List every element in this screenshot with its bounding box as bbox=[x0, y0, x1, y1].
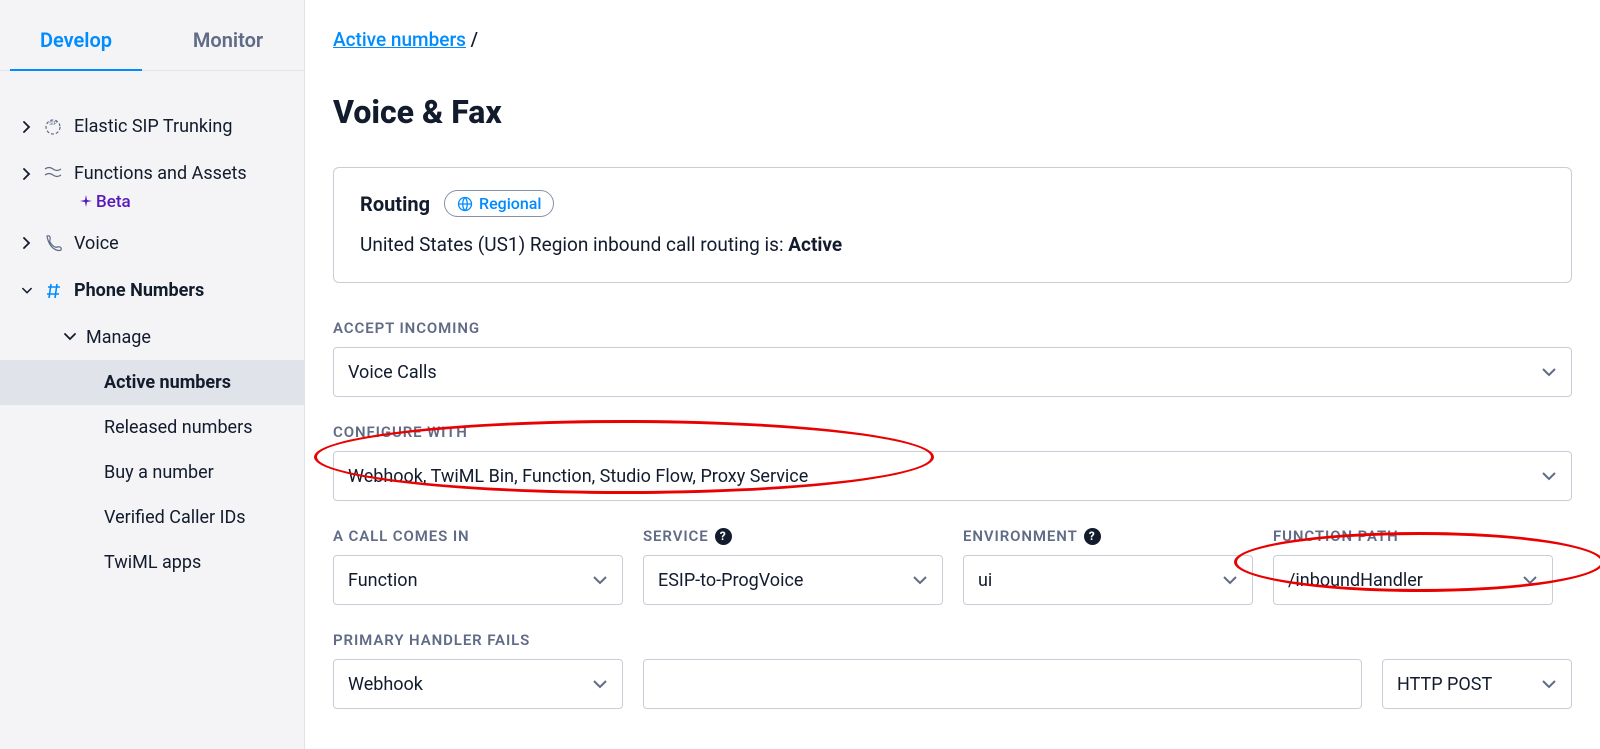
sidebar-item-label: Phone Numbers bbox=[74, 279, 292, 302]
accept-incoming-label: ACCEPT INCOMING bbox=[333, 319, 1572, 337]
beta-label: Beta bbox=[96, 192, 131, 212]
chevron-down-icon bbox=[1541, 679, 1557, 689]
select-value: /inboundHandler bbox=[1288, 570, 1423, 591]
sidebar-item-label: Elastic SIP Trunking bbox=[74, 115, 292, 138]
service-label: SERVICE ? bbox=[643, 527, 943, 545]
chevron-down-icon bbox=[592, 679, 608, 689]
chevron-down-icon bbox=[1541, 471, 1557, 481]
sidebar-item-voice[interactable]: Voice bbox=[0, 220, 304, 267]
tab-develop[interactable]: Develop bbox=[0, 28, 152, 70]
chevron-down-icon bbox=[22, 287, 32, 295]
sidebar-item-buy-number[interactable]: Buy a number bbox=[0, 450, 304, 495]
chevron-down-icon bbox=[64, 333, 76, 341]
globe-icon bbox=[457, 196, 473, 212]
sparkle-icon bbox=[78, 194, 94, 210]
configure-with-select[interactable]: Webhook, TwiML Bin, Function, Studio Flo… bbox=[333, 451, 1572, 501]
regional-badge-label: Regional bbox=[479, 194, 541, 213]
select-value: ESIP-to-ProgVoice bbox=[658, 570, 803, 591]
chevron-right-icon bbox=[22, 237, 32, 249]
primary-handler-fails-label: PRIMARY HANDLER FAILS bbox=[333, 631, 623, 649]
select-value: HTTP POST bbox=[1397, 674, 1492, 695]
chevron-right-icon bbox=[22, 121, 32, 133]
configure-with-label: CONFIGURE WITH bbox=[333, 423, 1572, 441]
primary-handler-fails-url-input[interactable] bbox=[643, 659, 1362, 709]
sidebar-item-label: Voice bbox=[74, 232, 292, 255]
sidebar-item-functions[interactable]: Functions and Assets bbox=[0, 150, 304, 197]
breadcrumb-active-numbers[interactable]: Active numbers bbox=[333, 28, 466, 51]
breadcrumb-separator: / bbox=[471, 28, 478, 51]
chevron-down-icon bbox=[1522, 575, 1538, 585]
sidebar-item-phone-numbers[interactable]: Phone Numbers bbox=[0, 267, 304, 314]
chevron-down-icon bbox=[1541, 367, 1557, 377]
sidebar-item-verified-caller-ids[interactable]: Verified Caller IDs bbox=[0, 495, 304, 540]
sidebar-item-twiml-apps[interactable]: TwiML apps bbox=[0, 540, 304, 585]
sidebar-item-label: Manage bbox=[86, 327, 151, 348]
sidebar-nav: SIP Elastic SIP Trunking Functions and A… bbox=[0, 71, 304, 585]
routing-status-value: Active bbox=[788, 233, 842, 256]
chevron-down-icon bbox=[592, 575, 608, 585]
tab-monitor[interactable]: Monitor bbox=[152, 28, 304, 70]
routing-status-prefix: United States (US1) Region inbound call … bbox=[360, 233, 788, 256]
select-value: Voice Calls bbox=[348, 362, 437, 383]
environment-label: ENVIRONMENT ? bbox=[963, 527, 1253, 545]
select-value: ui bbox=[978, 570, 992, 591]
assets-icon bbox=[42, 166, 64, 182]
function-path-label: FUNCTION PATH bbox=[1273, 527, 1553, 545]
routing-title: Routing bbox=[360, 192, 430, 216]
page-title: Voice & Fax bbox=[333, 93, 1572, 131]
breadcrumb: Active numbers / bbox=[333, 28, 1572, 51]
regional-badge[interactable]: Regional bbox=[444, 190, 554, 217]
function-path-select[interactable]: /inboundHandler bbox=[1273, 555, 1553, 605]
sidebar: Develop Monitor SIP Elastic SIP Trunking… bbox=[0, 0, 305, 749]
hash-icon bbox=[42, 281, 64, 301]
select-value: Webhook, TwiML Bin, Function, Studio Flo… bbox=[348, 466, 808, 487]
main-content: Active numbers / Voice & Fax Routing Reg… bbox=[305, 0, 1600, 749]
spacer-label bbox=[643, 631, 1362, 649]
primary-handler-fails-method-select[interactable]: HTTP POST bbox=[1382, 659, 1572, 709]
chevron-down-icon bbox=[912, 575, 928, 585]
select-value: Function bbox=[348, 570, 418, 591]
sidebar-tabs: Develop Monitor bbox=[0, 0, 304, 71]
sidebar-item-released-numbers[interactable]: Released numbers bbox=[0, 405, 304, 450]
environment-label-text: ENVIRONMENT bbox=[963, 527, 1078, 545]
spacer-label bbox=[1382, 631, 1572, 649]
accept-incoming-select[interactable]: Voice Calls bbox=[333, 347, 1572, 397]
beta-badge: Beta bbox=[0, 192, 304, 212]
phone-icon bbox=[42, 233, 64, 253]
primary-handler-fails-select[interactable]: Webhook bbox=[333, 659, 623, 709]
chevron-down-icon bbox=[1222, 575, 1238, 585]
environment-select[interactable]: ui bbox=[963, 555, 1253, 605]
service-select[interactable]: ESIP-to-ProgVoice bbox=[643, 555, 943, 605]
routing-status-text: United States (US1) Region inbound call … bbox=[360, 233, 1545, 256]
call-comes-in-label: A CALL COMES IN bbox=[333, 527, 623, 545]
sidebar-item-manage[interactable]: Manage bbox=[0, 315, 304, 360]
chevron-right-icon bbox=[22, 168, 32, 180]
routing-card: Routing Regional United States (US1) Reg… bbox=[333, 167, 1572, 283]
sidebar-item-esip[interactable]: SIP Elastic SIP Trunking bbox=[0, 103, 304, 150]
svg-text:SIP: SIP bbox=[49, 121, 56, 127]
sidebar-item-label: Functions and Assets bbox=[74, 162, 292, 185]
help-icon[interactable]: ? bbox=[1084, 528, 1101, 545]
select-value: Webhook bbox=[348, 674, 423, 695]
help-icon[interactable]: ? bbox=[715, 528, 732, 545]
sip-icon: SIP bbox=[42, 117, 64, 137]
sidebar-item-active-numbers[interactable]: Active numbers bbox=[0, 360, 304, 405]
call-comes-in-select[interactable]: Function bbox=[333, 555, 623, 605]
service-label-text: SERVICE bbox=[643, 527, 709, 545]
